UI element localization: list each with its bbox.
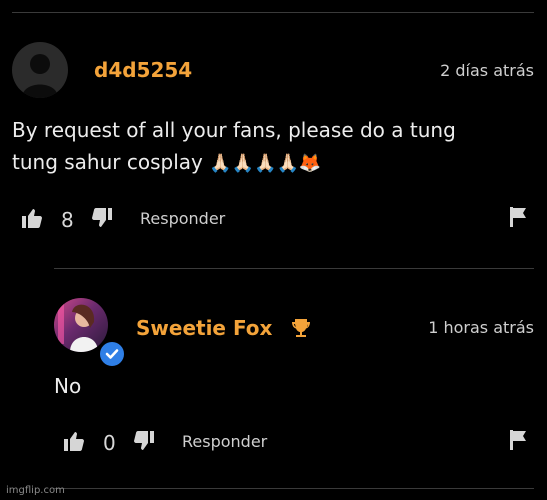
verified-badge-icon [98, 340, 126, 368]
watermark: imgflip.com [6, 485, 65, 496]
reply-like-count: 0 [103, 431, 116, 455]
thumbs-up-icon[interactable] [20, 206, 44, 234]
flag-icon[interactable] [507, 206, 529, 232]
reply-timestamp: 1 horas atrás [428, 318, 534, 337]
avatar[interactable] [12, 42, 68, 98]
user-silhouette-icon [22, 54, 58, 98]
top-divider [12, 12, 534, 13]
trophy-icon [290, 317, 312, 343]
comment-username[interactable]: d4d5254 [94, 58, 192, 82]
reply-text: No [54, 374, 82, 398]
comment-timestamp: 2 días atrás [440, 61, 534, 80]
comment-reply-button[interactable]: Responder [140, 209, 225, 228]
comment-like-count: 8 [61, 208, 74, 232]
reply-thumbs-up-icon[interactable] [62, 429, 86, 457]
bottom-divider [54, 488, 534, 489]
reply-username[interactable]: Sweetie Fox [136, 316, 272, 340]
comment-text-line1: By request of all your fans, please do a… [12, 118, 456, 142]
comment-emojis: 🙏🏻🙏🏻🙏🏻🙏🏻🦊 [209, 153, 322, 174]
comment-text-line2-text: tung sahur cosplay [12, 150, 203, 174]
thumbs-down-icon[interactable] [90, 206, 114, 234]
reply-thumbs-down-icon[interactable] [132, 429, 156, 457]
reply-flag-icon[interactable] [507, 429, 529, 455]
reply-reply-button[interactable]: Responder [182, 432, 267, 451]
comment-text-line2: tung sahur cosplay 🙏🏻🙏🏻🙏🏻🙏🏻🦊 [12, 146, 321, 180]
reply-divider [54, 268, 534, 269]
